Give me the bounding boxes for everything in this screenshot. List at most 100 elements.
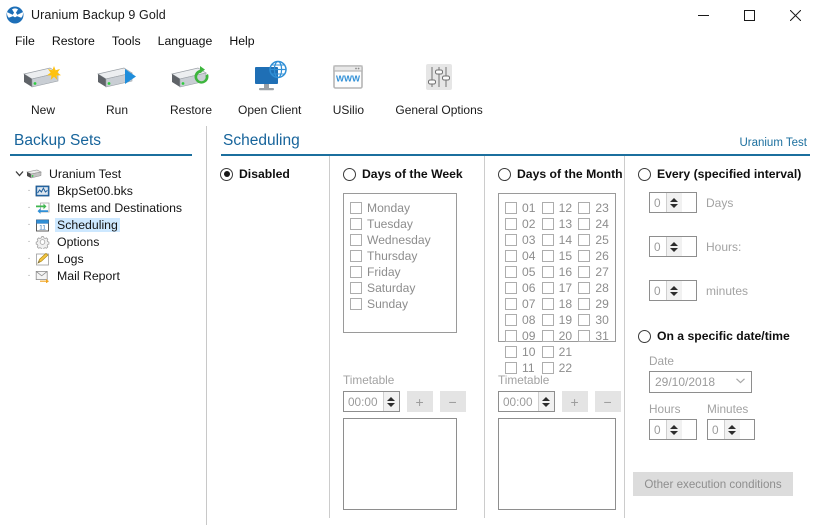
checkbox-saturday[interactable]: Saturday: [350, 280, 452, 296]
interval-minutes-spinner[interactable]: 0: [649, 280, 697, 301]
specific-hours-label: Hours: [649, 402, 681, 416]
tree-item-scheduling[interactable]: · 11 Scheduling: [8, 216, 206, 233]
checkbox-day-15[interactable]: 15: [541, 248, 579, 264]
checkbox-day-01[interactable]: 01: [505, 200, 542, 216]
checkbox-thursday[interactable]: Thursday: [350, 248, 452, 264]
minimize-icon[interactable]: [680, 0, 726, 30]
month-time-spinner-buttons[interactable]: [537, 392, 554, 411]
specific-hours-spinner[interactable]: 0: [649, 419, 697, 440]
checkbox-day-17[interactable]: 17: [541, 280, 579, 296]
month-timetable-add-button[interactable]: +: [561, 391, 588, 412]
menu-item-restore[interactable]: Restore: [44, 32, 104, 50]
radio-specific-datetime[interactable]: On a specific date/time: [638, 329, 818, 343]
specific-hours-spinner-buttons[interactable]: [665, 420, 682, 439]
checkbox-day-14[interactable]: 14: [541, 232, 579, 248]
checkbox-day-24[interactable]: 24: [578, 216, 615, 232]
checkbox-day-03[interactable]: 03: [505, 232, 542, 248]
checkbox-day-02[interactable]: 02: [505, 216, 542, 232]
checkbox-day-28[interactable]: 28: [578, 280, 615, 296]
checkbox-day-23[interactable]: 23: [578, 200, 615, 216]
toolbar-button-usilio[interactable]: WWW USilio: [311, 52, 385, 117]
checkbox-day-30[interactable]: 30: [578, 312, 615, 328]
tree-item-uranium-test[interactable]: Uranium Test: [8, 165, 206, 182]
month-timetable-controls: 00:00 + −: [498, 391, 621, 412]
interval-hours-spinner-buttons[interactable]: [665, 237, 682, 256]
calendar-icon: 11: [34, 217, 50, 233]
other-execution-conditions-button[interactable]: Other execution conditions: [633, 472, 793, 496]
checkbox-friday-box: [350, 266, 362, 278]
checkbox-day-21[interactable]: 21: [541, 344, 579, 360]
toolbar-button-open-client[interactable]: Open Client: [228, 52, 311, 117]
toolbar-label-run: Run: [105, 103, 128, 117]
checkbox-day-29[interactable]: 29: [578, 296, 615, 312]
month-timetable-list[interactable]: [498, 418, 616, 510]
checkbox-day-06[interactable]: 06: [505, 280, 542, 296]
week-time-spinner[interactable]: 00:00: [343, 391, 400, 412]
close-icon[interactable]: [772, 0, 818, 30]
gear-icon: [34, 234, 50, 250]
checkbox-day-27[interactable]: 27: [578, 264, 615, 280]
checkbox-day-21-box: [541, 346, 554, 358]
specific-minutes-spinner-buttons[interactable]: [723, 420, 740, 439]
checkbox-day-20[interactable]: 20: [541, 328, 579, 344]
date-dropdown[interactable]: 29/10/2018: [649, 371, 752, 393]
tree-item-items-and-destinations[interactable]: · Items and Destinations: [8, 199, 206, 216]
checkbox-monday[interactable]: Monday: [350, 200, 452, 216]
checkbox-day-04[interactable]: 04: [505, 248, 542, 264]
checkbox-sunday[interactable]: Sunday: [350, 296, 452, 312]
month-time-spinner[interactable]: 00:00: [498, 391, 555, 412]
chevron-down-icon[interactable]: [12, 169, 26, 178]
checkbox-day-07-label: 07: [522, 297, 536, 311]
checkbox-day-19[interactable]: 19: [541, 312, 579, 328]
tree-item-mail-report[interactable]: · Mail Report: [8, 267, 206, 284]
tree-item-logs[interactable]: · Logs: [8, 250, 206, 267]
month-timetable-remove-button[interactable]: −: [594, 391, 621, 412]
checkbox-day-12[interactable]: 12: [541, 200, 579, 216]
toolbar-button-restore[interactable]: Restore: [154, 52, 228, 117]
checkbox-day-09[interactable]: 09: [505, 328, 542, 344]
checkbox-wednesday[interactable]: Wednesday: [350, 232, 452, 248]
drive-icon: [26, 166, 42, 182]
radio-disabled[interactable]: Disabled: [220, 167, 329, 181]
radio-days-of-month[interactable]: Days of the Month: [498, 167, 624, 181]
tree-item-bkpset00[interactable]: · BkpSet00.bks: [8, 182, 206, 199]
checkbox-friday[interactable]: Friday: [350, 264, 452, 280]
radio-days-of-week[interactable]: Days of the Week: [343, 167, 484, 181]
week-timetable-list[interactable]: [343, 418, 457, 510]
toolbar-button-general-options[interactable]: General Options: [385, 52, 492, 117]
specific-hours-value: 0: [654, 422, 661, 437]
menu-item-tools[interactable]: Tools: [104, 32, 150, 50]
checkbox-day-26[interactable]: 26: [578, 248, 615, 264]
interval-minutes-spinner-buttons[interactable]: [665, 281, 682, 300]
toolbar-button-new[interactable]: New: [6, 52, 80, 117]
menu-item-language[interactable]: Language: [150, 32, 222, 50]
week-time-spinner-buttons[interactable]: [382, 392, 399, 411]
interval-hours-spinner[interactable]: 0: [649, 236, 697, 257]
checkbox-day-08[interactable]: 08: [505, 312, 542, 328]
maximize-icon[interactable]: [726, 0, 772, 30]
toolbar-button-run[interactable]: Run: [80, 52, 154, 117]
checkbox-day-18[interactable]: 18: [541, 296, 579, 312]
tree-label-mail-report: Mail Report: [57, 268, 120, 283]
radio-every-interval[interactable]: Every (specified interval): [638, 167, 818, 181]
interval-days-spinner[interactable]: 0: [649, 192, 697, 213]
checkbox-day-16[interactable]: 16: [541, 264, 579, 280]
interval-days-spinner-buttons[interactable]: [665, 193, 682, 212]
checkbox-day-31[interactable]: 31: [578, 328, 615, 344]
checkbox-tuesday[interactable]: Tuesday: [350, 216, 452, 232]
chevron-down-icon[interactable]: [735, 373, 746, 391]
menu-item-help[interactable]: Help: [221, 32, 263, 50]
tree-item-options[interactable]: · Options: [8, 233, 206, 250]
checkbox-day-25[interactable]: 25: [578, 232, 615, 248]
menu-item-file[interactable]: File: [7, 32, 44, 50]
checkbox-day-06-label: 06: [522, 281, 536, 295]
week-timetable-remove-button[interactable]: −: [439, 391, 466, 412]
checkbox-day-28-box: [578, 282, 591, 294]
checkbox-day-05[interactable]: 05: [505, 264, 542, 280]
checkbox-day-13[interactable]: 13: [541, 216, 579, 232]
checkbox-day-10[interactable]: 10: [505, 344, 542, 360]
week-timetable-add-button[interactable]: +: [406, 391, 433, 412]
specific-minutes-spinner[interactable]: 0: [707, 419, 755, 440]
checkbox-day-07[interactable]: 07: [505, 296, 542, 312]
tree-connector: ·: [27, 201, 31, 213]
